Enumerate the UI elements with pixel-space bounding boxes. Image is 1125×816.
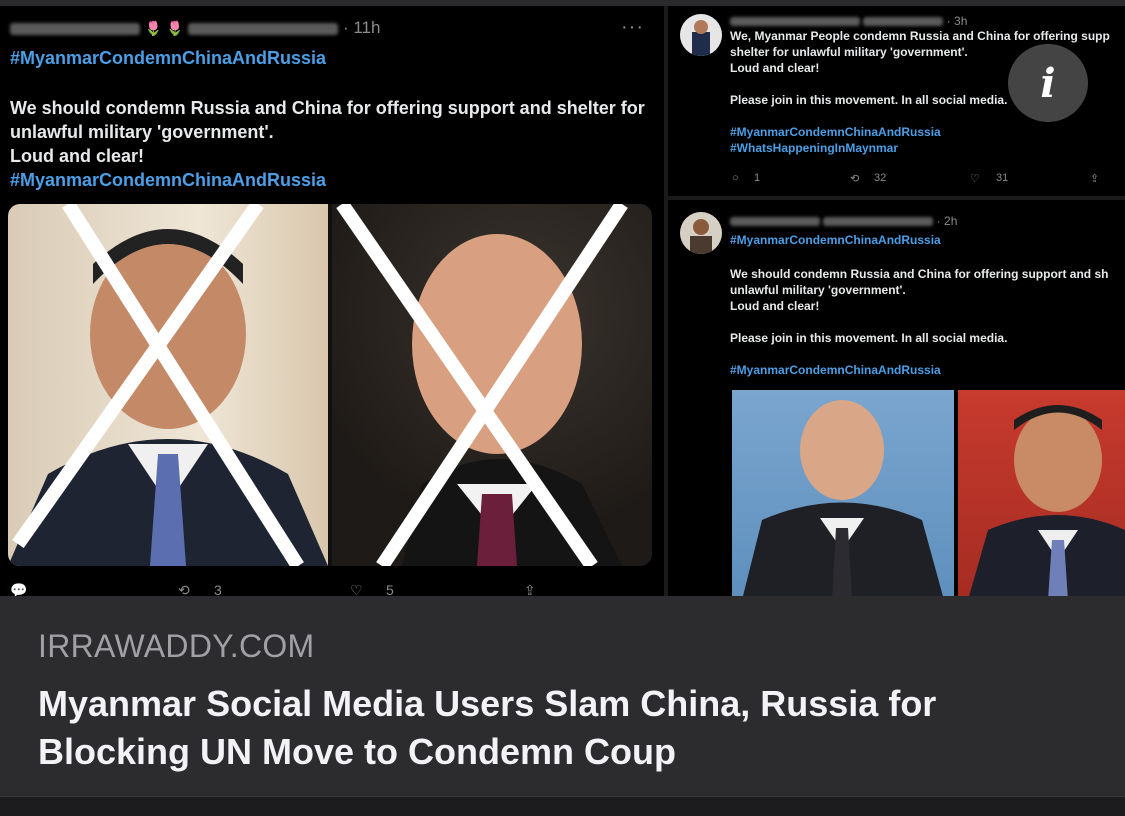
tweet-body-line: unlawful military 'government'. xyxy=(730,283,906,297)
retweet-count: 3 xyxy=(214,582,222,596)
tweet-author-line: 🌷 🌷 · 11h xyxy=(10,18,380,38)
avatar xyxy=(680,212,722,254)
tweet-bottom-right: · 2h #MyanmarCondemnChinaAndRussia We sh… xyxy=(668,200,1125,596)
blurred-handle xyxy=(188,22,339,35)
blurred-handle xyxy=(823,217,934,227)
tweet-body: We should condemn Russia and China for o… xyxy=(10,96,650,192)
tweet-photo xyxy=(8,204,652,566)
preview-image: 🌷 🌷 · 11h ··· #MyanmarCondemnChinaAndRus… xyxy=(0,6,1125,596)
retweet-icon: ⟲ xyxy=(850,173,860,185)
tweet-body-line: Please join in this movement. In all soc… xyxy=(730,331,1008,345)
tweet-body-line: We should condemn Russia and China for o… xyxy=(10,98,645,118)
like-count: 31 xyxy=(996,172,1009,184)
blurred-display-name xyxy=(10,22,140,35)
blurred-display-name xyxy=(730,217,820,227)
blurred-handle xyxy=(863,17,944,27)
like-count: 5 xyxy=(386,582,394,596)
tweet-hashtag: #MyanmarCondemnChinaAndRussia xyxy=(730,125,941,139)
verified-icon: 🌷 🌷 xyxy=(144,20,184,36)
tweet-hashtag: #MyanmarCondemnChinaAndRussia xyxy=(730,233,941,247)
tweet-body-line: We should condemn Russia and China for o… xyxy=(730,267,1109,281)
share-icon: ⇪ xyxy=(1090,173,1100,185)
like-icon: ♡ xyxy=(350,582,363,596)
bottom-strip xyxy=(0,797,1125,816)
headline-line: Myanmar Social Media Users Slam China, R… xyxy=(38,683,937,724)
tweet-photo-right xyxy=(958,390,1125,596)
headline-line: Blocking UN Move to Condemn Coup xyxy=(38,731,676,772)
reply-count: 1 xyxy=(754,172,761,184)
tweet-photo-left xyxy=(732,390,954,596)
portrait-left-drawing xyxy=(8,204,328,566)
like-icon: ♡ xyxy=(970,173,980,185)
link-preview-card[interactable]: 🌷 🌷 · 11h ··· #MyanmarCondemnChinaAndRus… xyxy=(0,6,1125,797)
crossed-out-portrait-left xyxy=(8,204,328,566)
share-icon: ⇪ xyxy=(524,582,536,596)
tweet-body-line: Loud and clear! xyxy=(10,146,145,166)
tweet-body-line: unlawful military 'government'. xyxy=(10,122,274,142)
more-options-icon: ··· xyxy=(621,16,644,38)
link-headline[interactable]: Myanmar Social Media Users Slam China, R… xyxy=(38,680,1098,776)
retweet-icon: ⟲ xyxy=(178,582,190,596)
tweet-body-line: Loud and clear! xyxy=(730,299,820,313)
crossed-out-portrait-right xyxy=(332,204,652,566)
tweet-time: · 3h xyxy=(946,14,968,28)
tweet-body-line: We, Myanmar People condemn Russia and Ch… xyxy=(730,29,1110,43)
tweet-hashtag: #WhatsHappeningInMaynmar xyxy=(730,141,899,155)
blurred-display-name xyxy=(730,17,860,27)
reply-icon: 💬 xyxy=(10,582,28,596)
tweet-body: #MyanmarCondemnChinaAndRussia We should … xyxy=(730,232,1108,378)
info-button[interactable]: i xyxy=(1008,44,1088,122)
main-tweet-screenshot: 🌷 🌷 · 11h ··· #MyanmarCondemnChinaAndRus… xyxy=(0,6,664,596)
tweet-hashtag: #MyanmarCondemnChinaAndRussia xyxy=(10,170,327,190)
retweet-count: 32 xyxy=(874,172,887,184)
tweet-author-line: · 3h xyxy=(730,14,967,28)
link-source-domain: IRRAWADDY.COM xyxy=(38,628,315,664)
tweet-time: · 11h xyxy=(342,18,381,37)
tweet-hashtag: #MyanmarCondemnChinaAndRussia xyxy=(10,48,327,68)
tweet-author-line: · 2h xyxy=(730,214,957,228)
portrait-drawing xyxy=(969,405,1125,596)
reply-icon: ○ xyxy=(732,172,739,184)
avatar xyxy=(680,14,722,56)
tweet-time: · 2h xyxy=(936,214,958,228)
tweet-hashtag: #MyanmarCondemnChinaAndRussia xyxy=(730,363,941,377)
portrait-drawing xyxy=(743,400,943,596)
portrait-right-drawing xyxy=(336,204,628,566)
